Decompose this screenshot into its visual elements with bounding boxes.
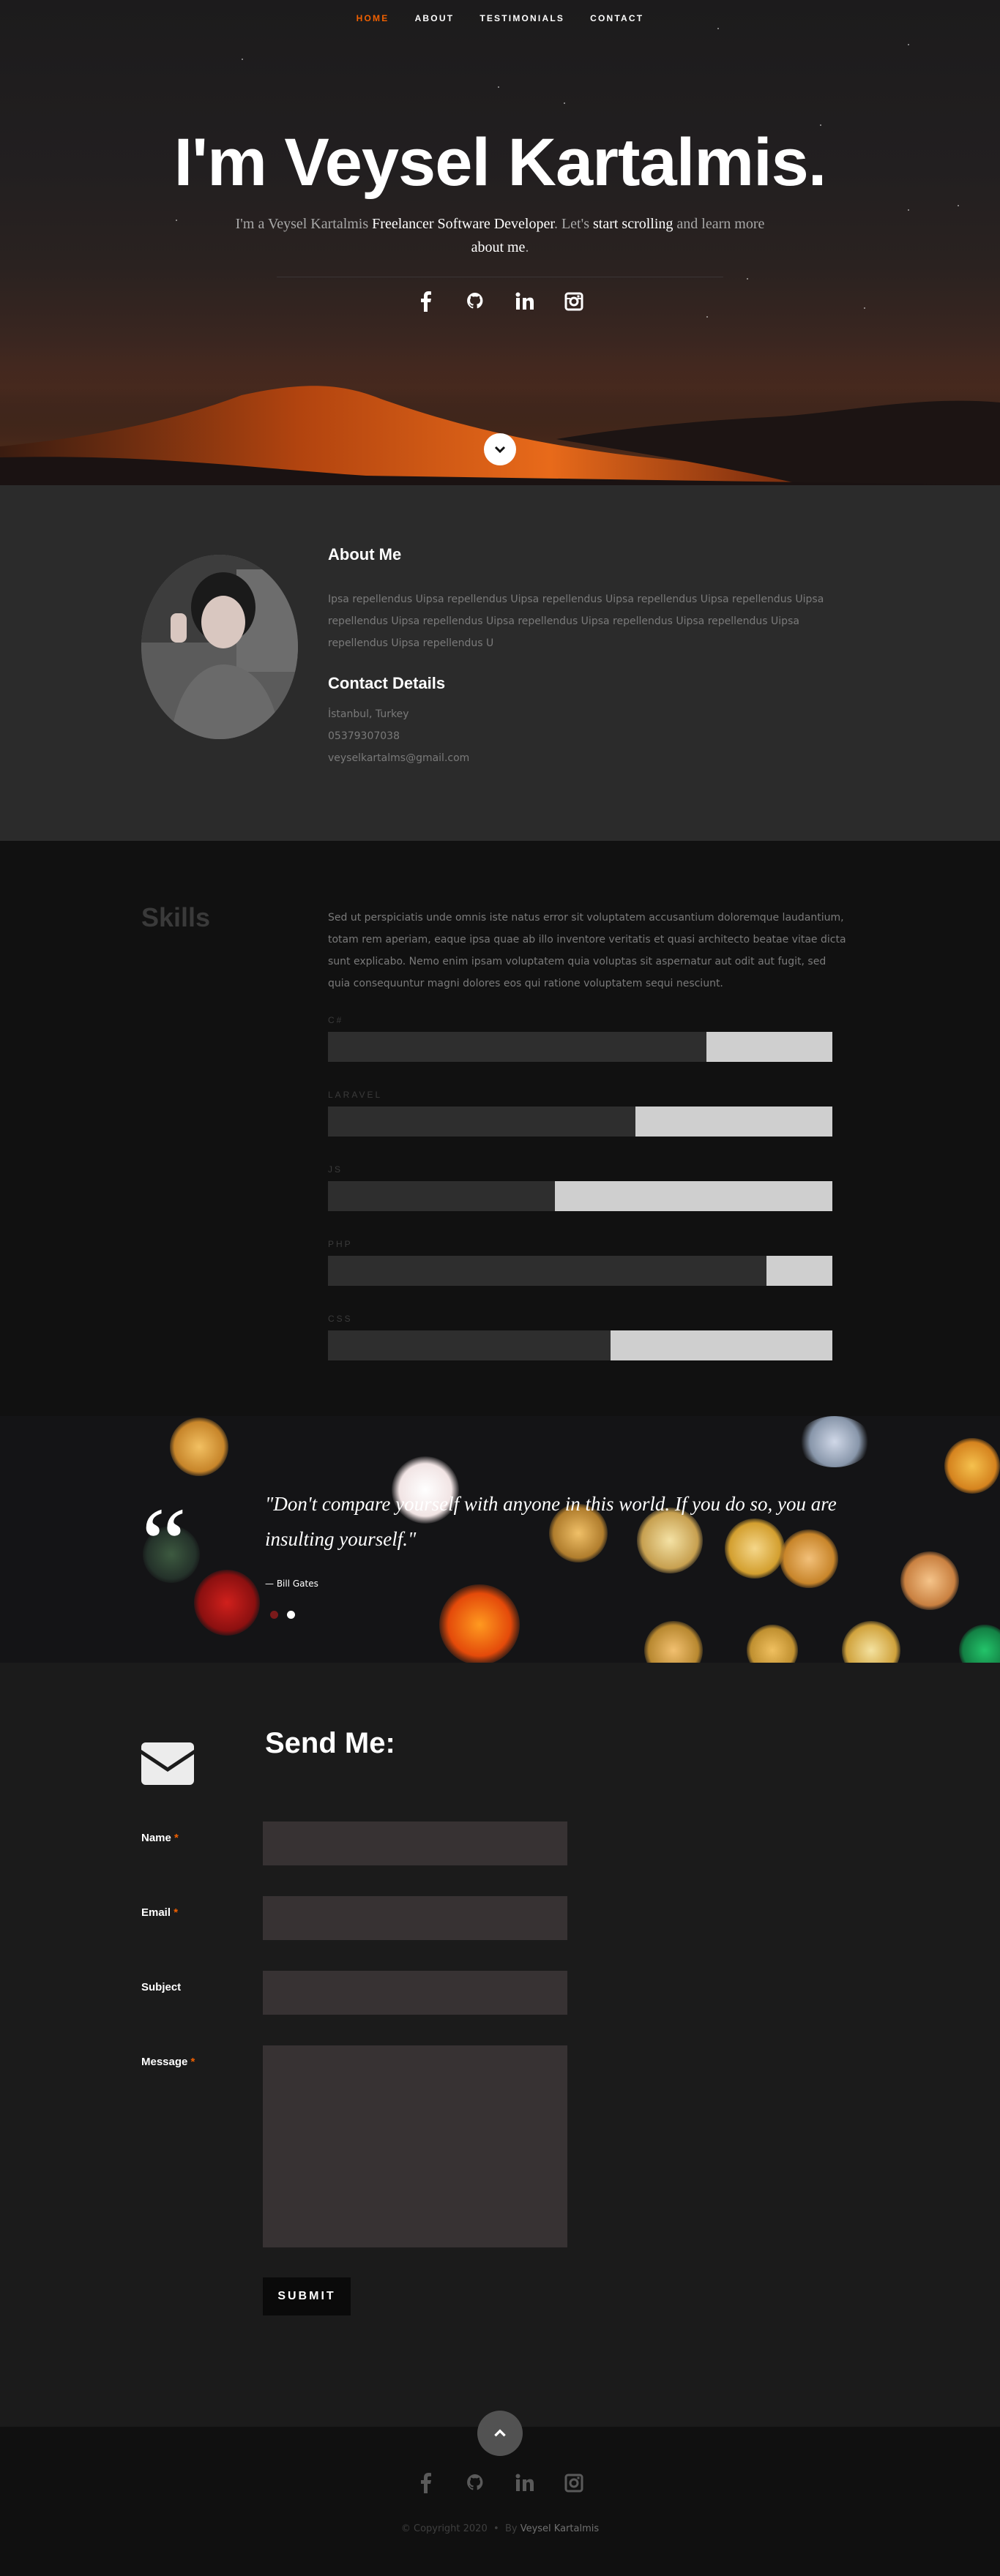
instagram-icon[interactable] — [564, 2473, 583, 2493]
envelope-icon — [141, 1742, 194, 1785]
footer: © Copyright 2020 • By Veysel Kartalmis — [0, 2411, 1000, 2576]
name-field[interactable] — [263, 1821, 567, 1865]
hero-intro-end: . — [525, 239, 529, 255]
slider-dot-1[interactable] — [270, 1611, 278, 1619]
hero-intro-and: and learn more — [673, 216, 765, 232]
skill-bar — [328, 1181, 832, 1211]
chevron-down-icon — [494, 446, 506, 454]
skill-bar — [328, 1032, 832, 1062]
facebook-icon[interactable] — [417, 291, 436, 312]
copyright-by: By — [504, 2523, 518, 2534]
subject-field[interactable] — [263, 1971, 567, 2015]
contact-details-heading: Contact Details — [328, 674, 446, 692]
main-nav: HOME ABOUT TESTIMONIALS CONTACT — [0, 10, 1000, 24]
name-label: Name * — [141, 1832, 179, 1844]
hero-section: HOME ABOUT TESTIMONIALS CONTACT I'm Veys… — [0, 0, 1000, 485]
skill-label: CSS — [328, 1314, 353, 1324]
contact-phone: 05379307038 — [328, 730, 400, 742]
about-heading: About Me — [328, 545, 402, 564]
nav-testimonials[interactable]: TESTIMONIALS — [480, 13, 564, 23]
required-mark: * — [174, 1832, 179, 1844]
skill-bar-fill — [328, 1181, 555, 1211]
email-label: Email * — [141, 1906, 178, 1919]
skill-bar — [328, 1330, 832, 1360]
linkedin-icon[interactable] — [515, 2473, 534, 2493]
copyright: © Copyright 2020 • By Veysel Kartalmis — [0, 2523, 1000, 2534]
instagram-icon[interactable] — [564, 291, 583, 312]
quote-icon: “ — [141, 1487, 187, 1600]
contact-email[interactable]: veyselkartalms@gmail.com — [328, 752, 469, 764]
testimonial-author: — Bill Gates — [265, 1579, 318, 1589]
back-to-top-button[interactable] — [477, 2411, 523, 2456]
start-scrolling-link[interactable]: start scrolling — [593, 216, 673, 232]
skills-heading: Skills — [141, 902, 211, 932]
about-text: Ipsa repellendus Uipsa repellendus Uipsa… — [328, 594, 824, 649]
subject-label-text: Subject — [141, 1981, 182, 1993]
required-mark: * — [190, 2056, 195, 2068]
email-label-text: Email — [141, 1906, 171, 1919]
hero-intro: I'm a Veysel Kartalmis Freelancer Softwa… — [227, 212, 773, 259]
about-me-link[interactable]: about me — [471, 239, 526, 255]
skill-label: LARAVEL — [328, 1090, 383, 1100]
github-icon[interactable] — [466, 2473, 485, 2493]
email-field[interactable] — [263, 1896, 567, 1940]
nav-home[interactable]: HOME — [357, 13, 389, 23]
message-textarea[interactable] — [263, 2045, 567, 2247]
contact-title: Send Me: — [265, 1727, 395, 1759]
facebook-icon[interactable] — [417, 2473, 436, 2493]
submit-button[interactable]: SUBMIT — [263, 2277, 351, 2315]
skills-text: Sed ut perspiciatis unde omnis iste natu… — [328, 912, 846, 989]
desert-dunes-illustration — [0, 366, 1000, 485]
contact-section: Send Me: Name * Email * Subject Message … — [0, 1663, 1000, 2427]
required-mark: * — [173, 1906, 179, 1919]
avatar — [141, 555, 298, 739]
hero-intro-mid: . Let's — [553, 216, 593, 232]
copyright-separator: • — [493, 2523, 499, 2534]
testimonials-section: “ "Don't compare yourself with anyone in… — [0, 1416, 1000, 1663]
skill-bar-fill — [328, 1107, 635, 1137]
skill-bar — [328, 1256, 832, 1286]
message-label-text: Message — [141, 2056, 188, 2068]
skills-section: Skills Sed ut perspiciatis unde omnis is… — [0, 841, 1000, 1416]
slider-dot-2[interactable] — [287, 1611, 295, 1619]
skill-label: JS — [328, 1164, 343, 1175]
name-label-text: Name — [141, 1832, 171, 1844]
skill-label: PHP — [328, 1239, 353, 1249]
message-label: Message * — [141, 2056, 195, 2068]
footer-social-links — [0, 2473, 1000, 2493]
skill-bar-fill — [328, 1256, 766, 1286]
skill-bar — [328, 1107, 832, 1137]
chevron-up-icon — [494, 2429, 506, 2437]
linkedin-icon[interactable] — [515, 291, 534, 312]
github-icon[interactable] — [466, 291, 485, 312]
skill-label: C# — [328, 1015, 344, 1025]
hero-role: Freelancer Software Developer — [372, 216, 554, 232]
hero-title: I'm Veysel Kartalmis. — [173, 125, 827, 200]
scroll-down-button[interactable] — [484, 433, 516, 465]
copyright-text: © Copyright 2020 — [400, 2523, 488, 2534]
contact-location: İstanbul, Turkey — [328, 708, 409, 720]
testimonial-quote: "Don't compare yourself with anyone in t… — [265, 1493, 837, 1550]
skill-bar-fill — [328, 1330, 611, 1360]
hero-social-links — [0, 291, 1000, 312]
skill-bar-fill — [328, 1032, 706, 1062]
copyright-author-link[interactable]: Veysel Kartalmis — [520, 2523, 599, 2534]
profile-photo — [141, 555, 298, 739]
nav-contact[interactable]: CONTACT — [590, 13, 643, 23]
hero-intro-prefix: I'm a Veysel Kartalmis — [235, 216, 373, 232]
nav-about[interactable]: ABOUT — [415, 13, 455, 23]
about-section: About Me Ipsa repellendus Uipsa repellen… — [0, 485, 1000, 841]
subject-label: Subject — [141, 1981, 181, 1993]
